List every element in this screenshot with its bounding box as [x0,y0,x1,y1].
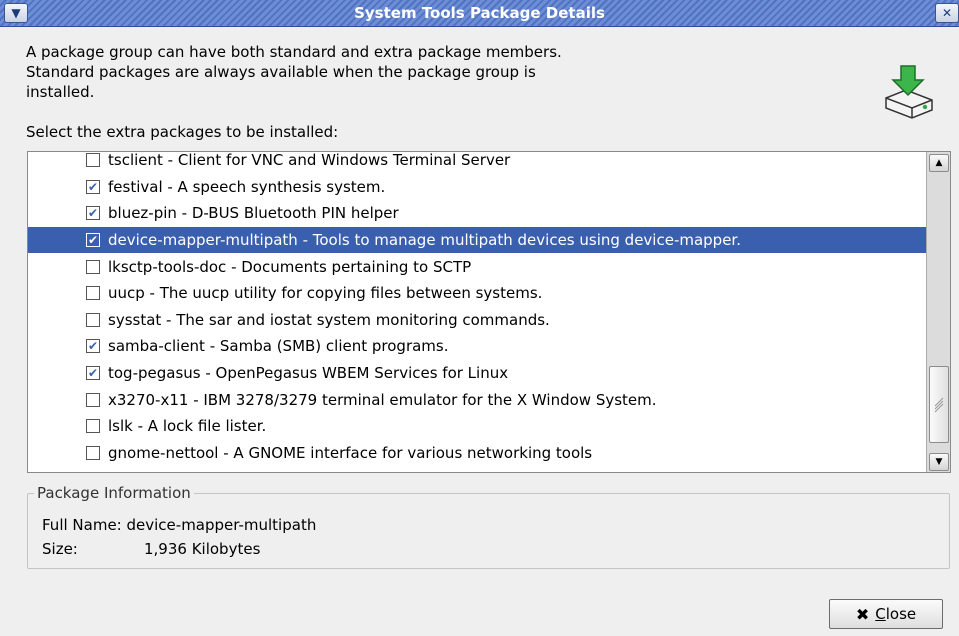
package-label: samba-client - Samba (SMB) client progra… [108,337,449,356]
package-label: device-mapper-multipath - Tools to manag… [108,231,741,250]
scroll-thumb[interactable] [929,366,949,443]
package-row[interactable]: sysstat - The sar and iostat system moni… [28,307,926,334]
package-label: festival - A speech synthesis system. [108,177,386,196]
package-row[interactable]: ✔ bluez-pin - D-BUS Bluetooth PIN helper [28,200,926,227]
package-label: sysstat - The sar and iostat system moni… [108,310,550,329]
size-row: Size: 1,936 Kilobytes [42,540,442,558]
package-label: tsclient - Client for VNC and Windows Te… [108,151,511,170]
package-checkbox[interactable] [86,286,100,301]
package-information-legend: Package Information [34,484,194,502]
package-label: gnome-nettool - A GNOME interface for va… [108,443,593,462]
arrow-down-icon: ▼ [935,457,943,467]
package-checkbox[interactable] [86,259,100,274]
package-row[interactable]: lslk - A lock file lister. [28,413,926,440]
package-checkbox[interactable] [86,153,100,168]
package-checkbox[interactable]: ✔ [86,179,100,194]
package-label: uucp - The uucp utility for copying file… [108,284,543,303]
grip-icon [934,397,944,413]
size-label: Size: [42,540,78,558]
package-install-icon [885,65,933,119]
package-checkbox[interactable]: ✔ [86,233,100,248]
package-row[interactable]: ✔ festival - A speech synthesis system. [28,174,926,201]
size-value: 1,936 Kilobytes [144,540,261,558]
package-row-selected[interactable]: ✔ device-mapper-multipath - Tools to man… [28,226,926,254]
close-icon: ✖ [855,604,870,624]
package-information-frame: Package Information Full Name: device-ma… [27,484,950,569]
package-row[interactable]: ✔ samba-client - Samba (SMB) client prog… [28,333,926,360]
window-title: System Tools Package Details [354,4,605,22]
close-button[interactable]: ✖ Close [829,599,943,629]
window-close-button[interactable]: ✕ [935,3,959,23]
title-bar[interactable]: ▼ System Tools Package Details ✕ [0,0,959,27]
package-list[interactable]: tsclient - Client for VNC and Windows Te… [27,151,951,473]
package-checkbox[interactable] [86,472,100,473]
package-label: bluez-pin - D-BUS Bluetooth PIN helper [108,204,399,223]
full-name-value: device-mapper-multipath [126,516,317,534]
package-row[interactable]: gnome-nettool - A GNOME interface for va… [28,440,926,467]
package-label: lslk - A lock file lister. [108,417,267,436]
full-name-row: Full Name: device-mapper-multipath [42,516,316,534]
package-label: tog-pegasus - OpenPegasus WBEM Services … [108,364,509,383]
intro-text: A package group can have both standard a… [26,43,562,101]
package-row-partial[interactable] [28,466,926,473]
close-icon: ✕ [941,6,953,20]
package-checkbox[interactable] [86,312,100,327]
package-row[interactable]: tsclient - Client for VNC and Windows Te… [28,151,926,174]
select-extra-label: Select the extra packages to be installe… [26,123,339,141]
package-row[interactable]: lksctp-tools-doc - Documents pertaining … [28,253,926,280]
package-checkbox[interactable] [86,392,100,407]
vertical-scrollbar[interactable]: ▲ ▼ [926,152,950,472]
full-name-label: Full Name: [42,516,122,534]
package-checkbox[interactable]: ✔ [86,366,100,381]
scroll-up-button[interactable]: ▲ [929,154,949,172]
package-row[interactable]: ✔ tog-pegasus - OpenPegasus WBEM Service… [28,360,926,387]
package-label: lksctp-tools-doc - Documents pertaining … [108,257,472,276]
package-row[interactable]: x3270-x11 - IBM 3278/3279 terminal emula… [28,386,926,413]
package-checkbox[interactable]: ✔ [86,339,100,354]
package-checkbox[interactable] [86,419,100,434]
package-row[interactable]: uucp - The uucp utility for copying file… [28,280,926,307]
arrow-up-icon: ▲ [935,158,943,168]
close-button-label: Close [875,605,917,623]
package-checkbox[interactable]: ✔ [86,206,100,221]
package-label: x3270-x11 - IBM 3278/3279 terminal emula… [108,390,657,409]
scroll-down-button[interactable]: ▼ [929,453,949,471]
package-checkbox[interactable] [86,445,100,460]
